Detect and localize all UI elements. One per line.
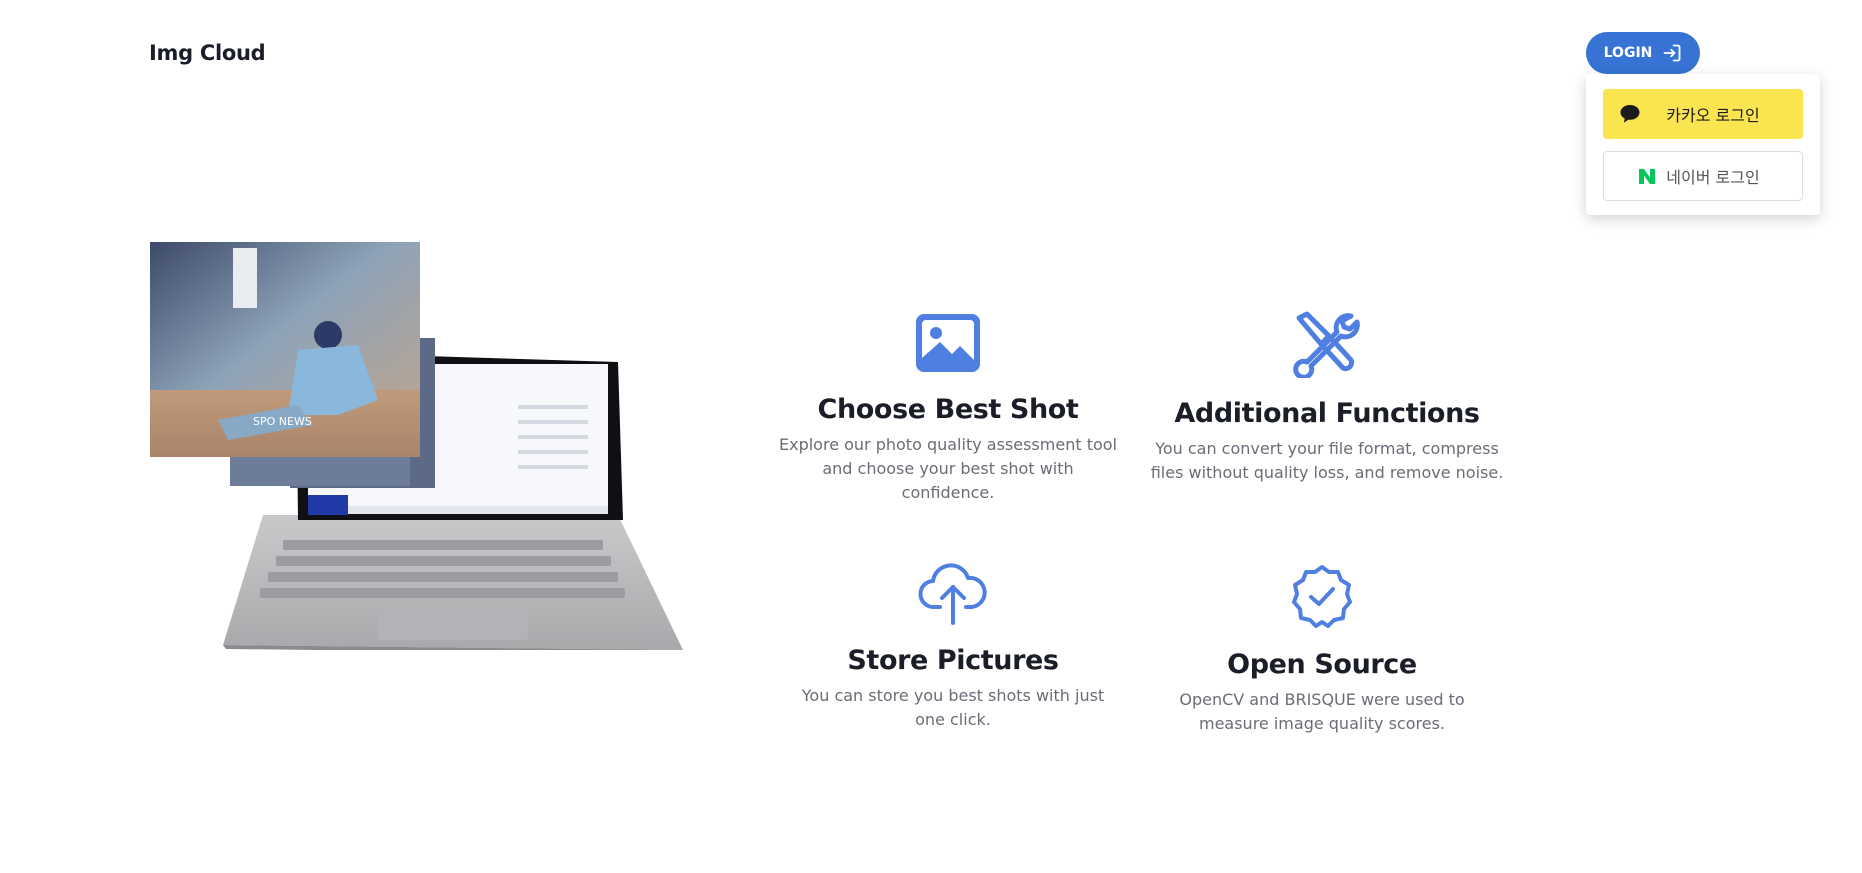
hero-illustration: SPO NEWS: [148, 240, 683, 654]
feature-open-source: Open Source OpenCV and BRISQUE were used…: [1142, 563, 1502, 736]
naver-logo-icon: [1638, 168, 1656, 189]
tools-icon: [1147, 310, 1507, 378]
feature-title: Store Pictures: [847, 645, 1059, 676]
naver-login-label: 네이버 로그인: [1666, 168, 1760, 187]
feature-title: Additional Functions: [1174, 398, 1480, 429]
kakao-login-button[interactable]: 카카오 로그인: [1603, 89, 1803, 139]
feature-description: OpenCV and BRISQUE were used to measure …: [1179, 690, 1465, 733]
feature-title: Choose Best Shot: [817, 394, 1079, 425]
kakao-chat-icon: [1619, 104, 1641, 128]
feature-additional-functions: Additional Functions You can convert you…: [1147, 310, 1507, 485]
login-button[interactable]: LOGIN: [1586, 32, 1700, 74]
feature-description: You can store you best shots with just o…: [801, 686, 1105, 729]
login-dropdown: 카카오 로그인 네이버 로그인: [1586, 74, 1820, 215]
sign-in-icon: [1662, 43, 1682, 63]
hero-overlay-text: SPO NEWS: [253, 415, 312, 428]
brand-logo[interactable]: Img Cloud: [149, 41, 266, 65]
naver-login-button[interactable]: 네이버 로그인: [1603, 151, 1803, 201]
feature-description: Explore our photo quality assessment too…: [779, 435, 1117, 502]
verified-badge-icon: [1142, 563, 1502, 629]
cloud-upload-icon: [788, 563, 1118, 625]
feature-store-pictures: Store Pictures You can store you best sh…: [788, 563, 1118, 732]
image-icon: [778, 312, 1118, 374]
login-button-label: LOGIN: [1603, 45, 1653, 61]
feature-description: You can convert your file format, compre…: [1150, 439, 1504, 482]
feature-title: Open Source: [1227, 649, 1417, 680]
feature-choose-best-shot: Choose Best Shot Explore our photo quali…: [778, 312, 1118, 505]
